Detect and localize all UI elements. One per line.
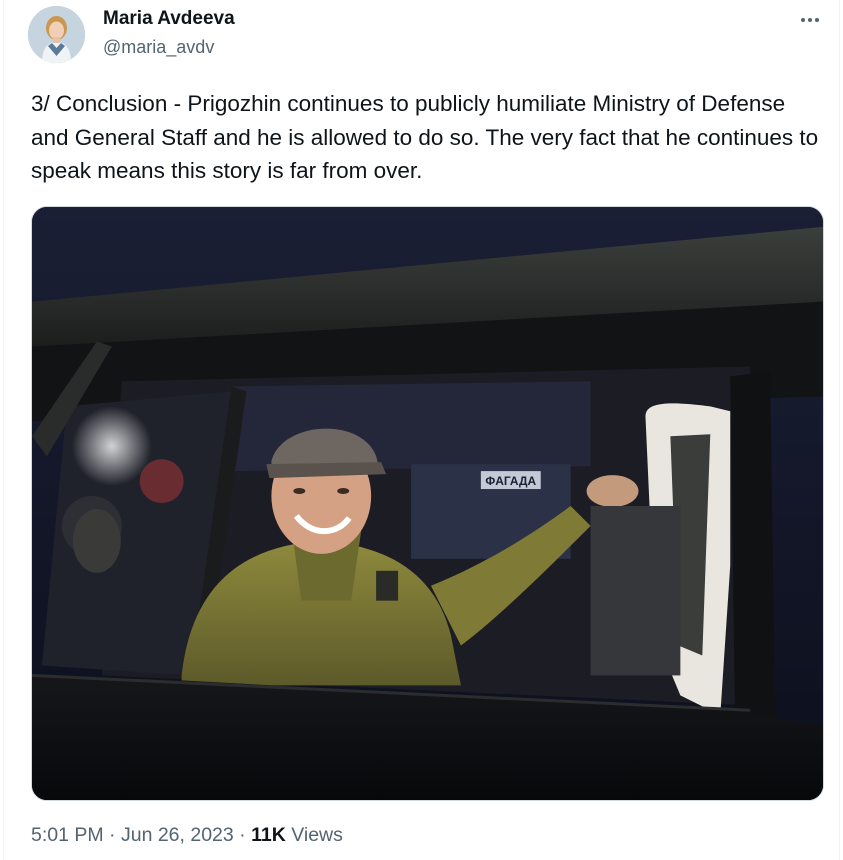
author-name[interactable]: Maria Avdeeva <box>103 8 235 30</box>
tweet-card: Maria Avdeeva @maria_avdv 3/ Conclusion … <box>3 0 840 860</box>
author-handle[interactable]: @maria_avdv <box>103 37 214 58</box>
tweet-time[interactable]: 5:01 PM <box>31 824 104 846</box>
tweet-photo[interactable]: ΦАГАДА <box>31 206 824 801</box>
tweet-meta: 5:01 PM · Jun 26, 2023 · 11K Views <box>31 824 343 847</box>
more-horizontal-icon <box>800 18 821 22</box>
meta-separator: · <box>239 824 246 846</box>
views-label: Views <box>291 824 343 846</box>
tweet-text: 3/ Conclusion - Prigozhin continues to p… <box>31 91 819 183</box>
meta-separator: · <box>109 824 116 846</box>
avatar-photo <box>28 6 85 63</box>
car-window-photo: ΦАГАДА <box>32 207 823 800</box>
tweet-date[interactable]: Jun 26, 2023 <box>121 824 234 846</box>
more-options-button[interactable] <box>790 6 830 34</box>
vehicle-sign-text: ΦАГАДА <box>485 474 536 488</box>
avatar[interactable] <box>28 6 85 63</box>
views-count: 11K <box>251 824 286 846</box>
